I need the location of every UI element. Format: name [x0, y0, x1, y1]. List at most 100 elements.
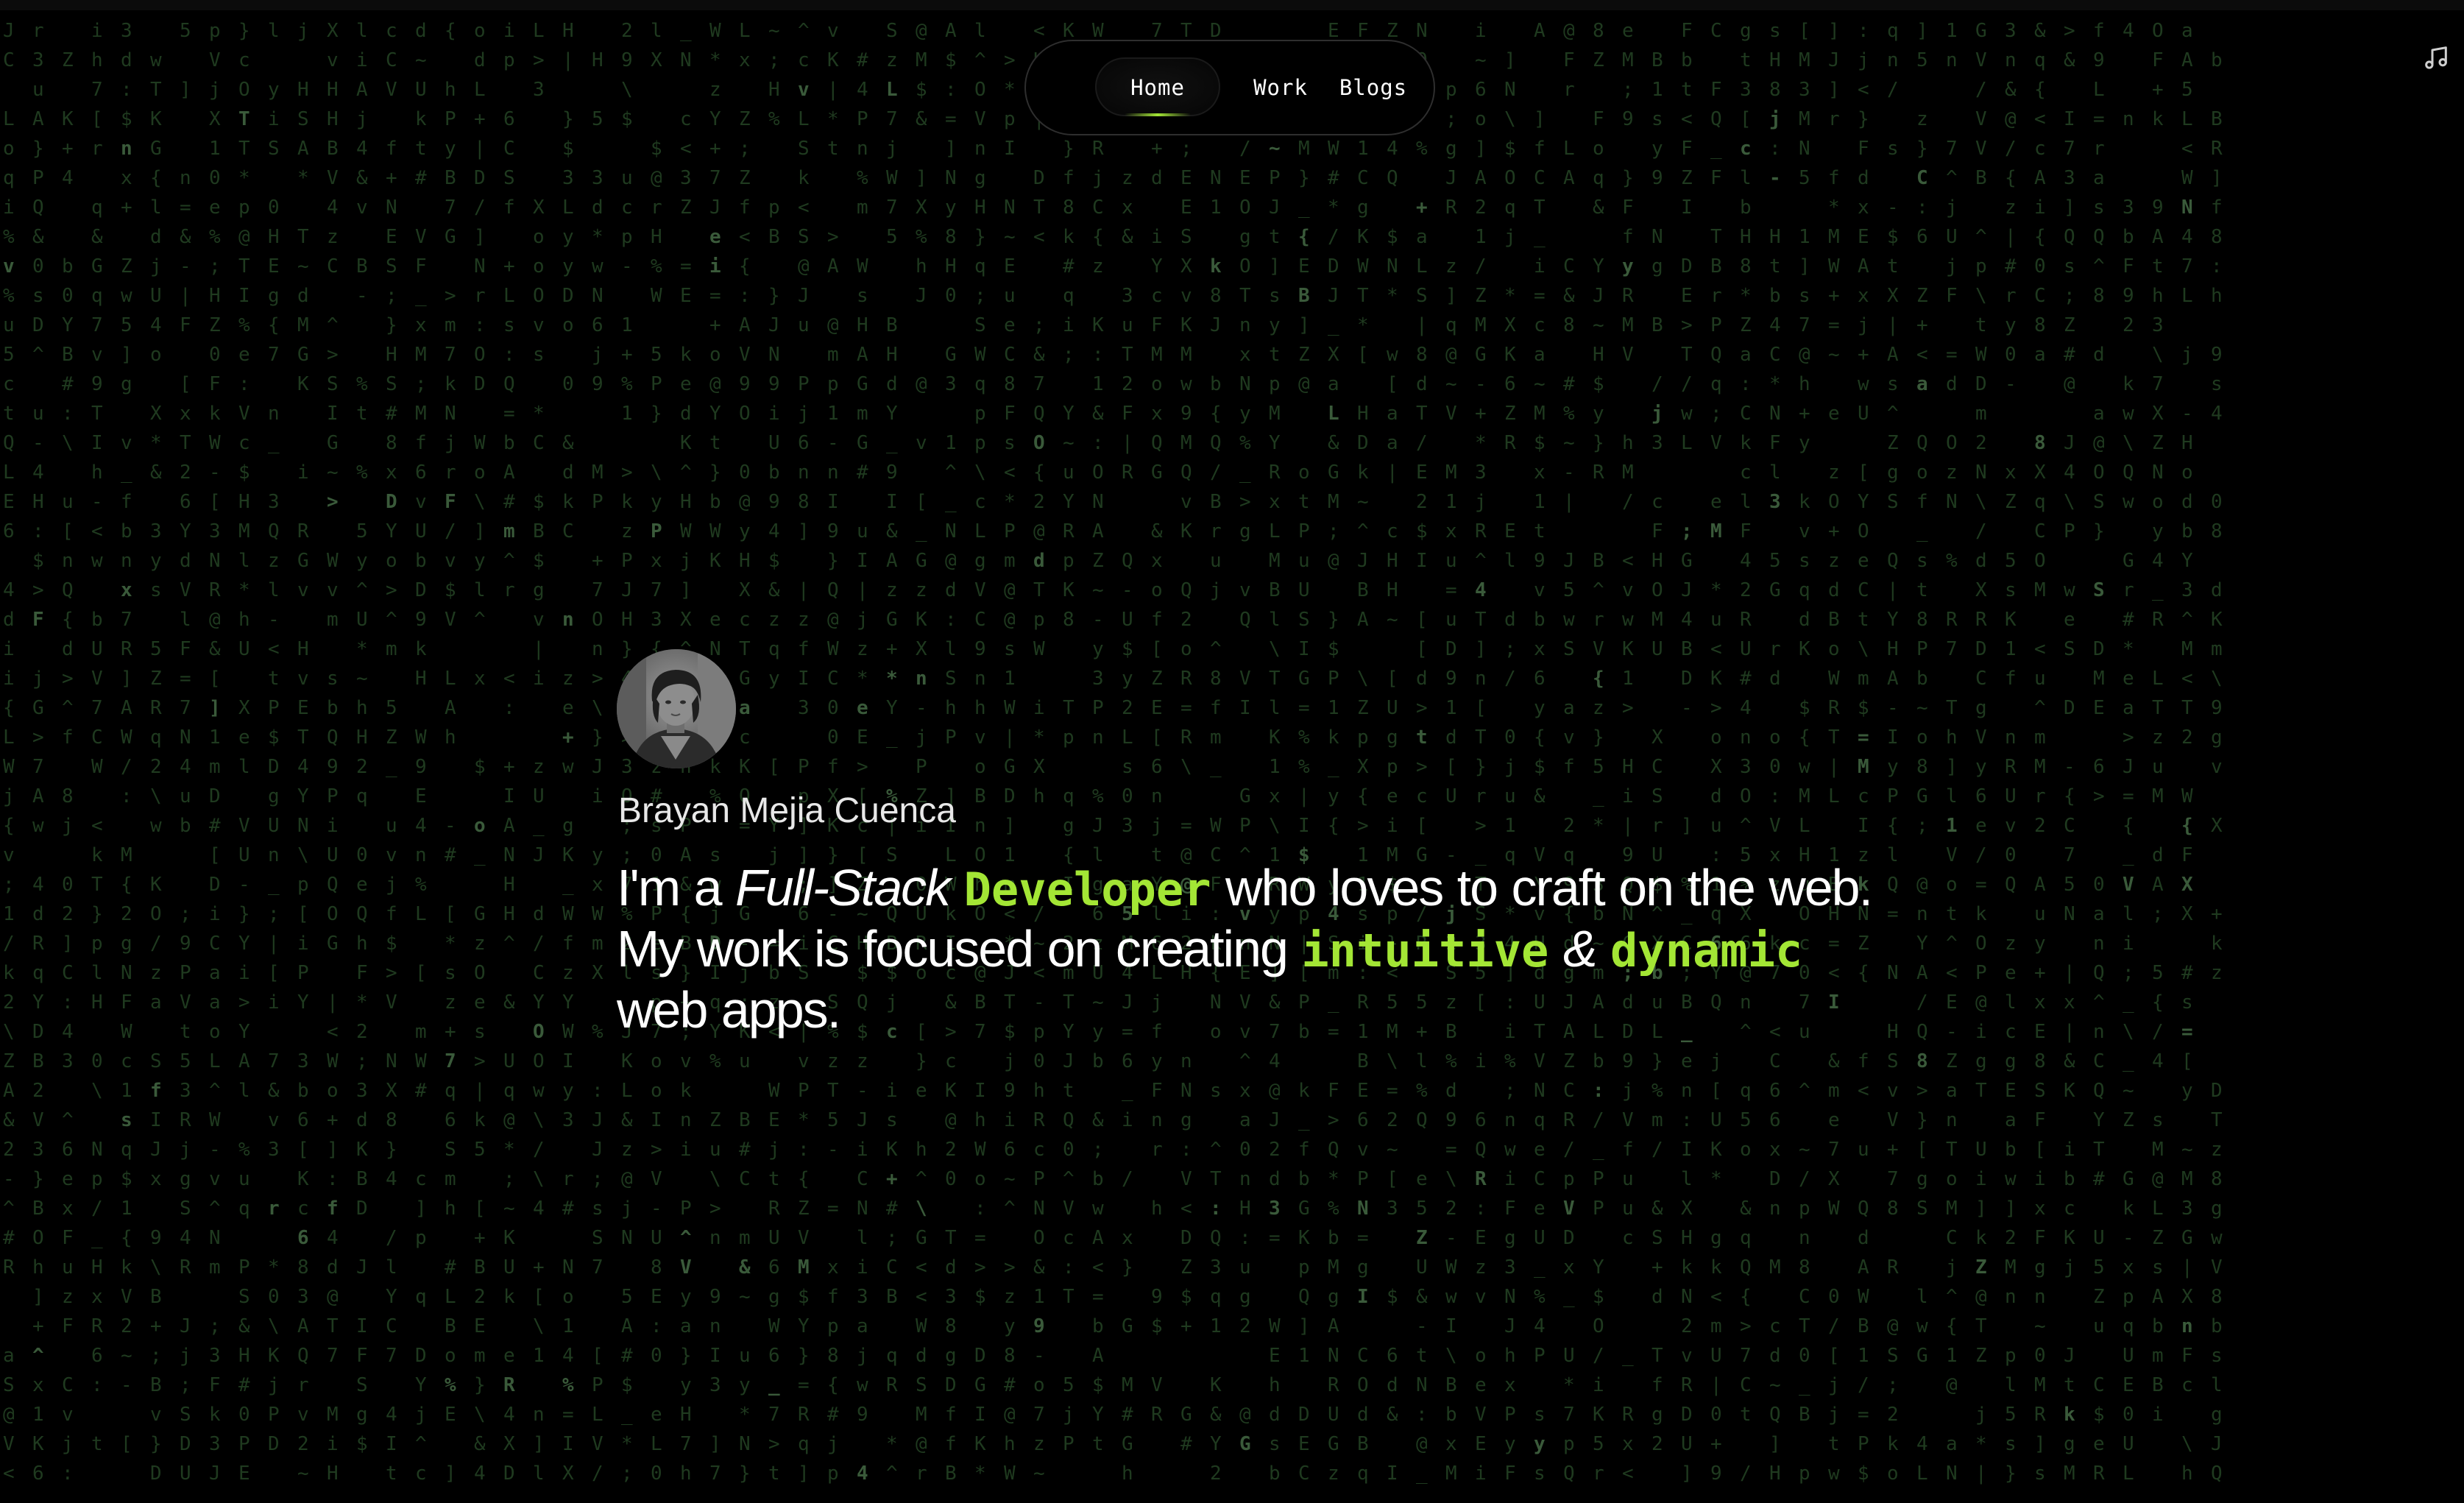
- matrix-char: Q: [1033, 403, 1045, 425]
- matrix-char: 7: [445, 197, 456, 219]
- matrix-char: F: [356, 1345, 368, 1367]
- matrix-char: w: [1445, 1286, 1457, 1308]
- matrix-char: y: [1151, 1050, 1163, 1072]
- matrix-char: ^: [209, 1198, 221, 1220]
- matrix-char: j: [886, 138, 898, 160]
- matrix-char: z: [1122, 167, 1133, 189]
- matrix-char: G: [916, 550, 927, 572]
- matrix-char: n: [2093, 1021, 2105, 1043]
- matrix-char: a: [1239, 1109, 1251, 1131]
- matrix-char: S: [180, 1198, 191, 1220]
- matrix-char: ;: [974, 285, 986, 307]
- matrix-char: M: [1769, 1256, 1781, 1279]
- matrix-char: i: [857, 1256, 868, 1279]
- matrix-char: V: [2123, 874, 2134, 896]
- matrix-char: +: [503, 756, 515, 778]
- matrix-char: n: [974, 668, 986, 690]
- matrix-char: +: [592, 550, 603, 572]
- matrix-char: 1: [1651, 79, 1663, 101]
- matrix-char: [: [1416, 815, 1428, 837]
- matrix-char: i: [1004, 1109, 1016, 1131]
- matrix-char: X: [533, 197, 545, 219]
- matrix-char: J: [1092, 815, 1104, 837]
- matrix-char: y: [1239, 403, 1251, 425]
- matrix-char: E: [1269, 1345, 1281, 1367]
- music-note-icon[interactable]: [2421, 43, 2451, 72]
- matrix-char: b: [1534, 609, 1546, 631]
- matrix-char: ^: [1004, 1198, 1016, 1220]
- matrix-char: %: [1092, 785, 1104, 807]
- matrix-char: e: [1681, 1050, 1693, 1072]
- matrix-char: f: [121, 491, 132, 513]
- matrix-char: _: [768, 1374, 780, 1396]
- matrix-char: 8: [1769, 79, 1781, 101]
- matrix-char: c: [2181, 1374, 2193, 1396]
- matrix-char: r: [1151, 1139, 1163, 1161]
- matrix-char: X: [2034, 461, 2046, 484]
- matrix-char: O: [533, 1021, 545, 1043]
- matrix-char: ^: [2034, 697, 2046, 719]
- matrix-char: $: [974, 1286, 986, 1308]
- matrix-char: W: [209, 1109, 221, 1131]
- matrix-char: d: [1769, 668, 1781, 690]
- matrix-char: 2: [1033, 491, 1045, 513]
- matrix-char: \: [150, 785, 162, 807]
- matrix-char: E: [857, 726, 868, 749]
- matrix-char: N: [1416, 1374, 1428, 1396]
- matrix-char: V: [1063, 1198, 1075, 1220]
- matrix-char: f: [1651, 1374, 1663, 1396]
- matrix-char: M: [1445, 1463, 1457, 1485]
- matrix-char: K: [297, 1168, 309, 1190]
- matrix-char: <: [1946, 962, 1958, 984]
- matrix-char: v: [533, 314, 545, 336]
- matrix-char: h: [1622, 432, 1634, 454]
- matrix-char: r: [1593, 609, 1604, 631]
- matrix-char: V: [1151, 1374, 1163, 1396]
- matrix-char: ~: [768, 20, 780, 42]
- matrix-char: 9: [415, 609, 427, 631]
- matrix-char: @: [945, 1109, 957, 1131]
- matrix-char: a: [3, 1345, 15, 1367]
- matrix-char: U: [1975, 1139, 1987, 1161]
- matrix-char: d: [1710, 785, 1722, 807]
- matrix-char: O: [1504, 167, 1516, 189]
- matrix-char: Q: [1210, 1227, 1222, 1249]
- matrix-char: ;: [386, 285, 397, 307]
- matrix-char: T: [1828, 726, 1840, 749]
- matrix-char: 9: [857, 1404, 868, 1426]
- matrix-char: 8: [945, 226, 957, 248]
- matrix-char: $: [1593, 373, 1604, 395]
- matrix-char: H: [592, 49, 603, 71]
- matrix-char: a: [2005, 1109, 2017, 1131]
- matrix-char: Y: [533, 991, 545, 1014]
- matrix-char: Z: [3, 1050, 15, 1072]
- matrix-char: J: [3, 20, 15, 42]
- matrix-char: 7: [709, 1463, 721, 1485]
- matrix-char: B: [2211, 108, 2223, 130]
- matrix-char: \: [1269, 638, 1281, 660]
- matrix-char: &: [739, 1256, 751, 1279]
- matrix-char: ]: [533, 1433, 545, 1455]
- matrix-char: n: [1681, 1080, 1693, 1102]
- matrix-char: +: [2211, 903, 2223, 925]
- matrix-char: 4: [2152, 1050, 2164, 1072]
- matrix-char: R: [1122, 461, 1133, 484]
- matrix-char: C: [1946, 1227, 1958, 1249]
- matrix-char: >: [1916, 1080, 1928, 1102]
- matrix-char: D: [268, 756, 280, 778]
- matrix-char: $: [1858, 1463, 1869, 1485]
- matrix-char: j: [1710, 1050, 1722, 1072]
- nav-item-home[interactable]: Home: [1095, 41, 1220, 134]
- matrix-char: l: [180, 609, 191, 631]
- matrix-char: G: [1681, 550, 1693, 572]
- matrix-char: D: [1004, 785, 1016, 807]
- matrix-char: b: [1740, 197, 1752, 219]
- matrix-char: P: [1858, 1433, 1869, 1455]
- matrix-char: x: [32, 1374, 44, 1396]
- matrix-char: H: [32, 491, 44, 513]
- matrix-char: S: [503, 167, 515, 189]
- matrix-char: ~: [1269, 138, 1281, 160]
- matrix-char: ^: [503, 933, 515, 955]
- nav-item-blogs[interactable]: Blogs: [1314, 41, 1432, 134]
- matrix-char: 8: [1593, 20, 1604, 42]
